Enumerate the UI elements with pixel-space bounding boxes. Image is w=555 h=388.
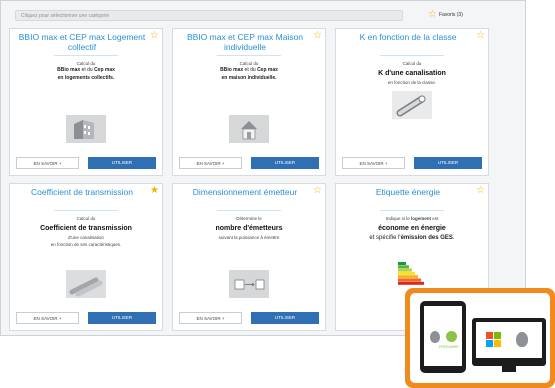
card-headline: économe en énergie <box>378 225 446 232</box>
apple-logo-icon <box>430 331 440 343</box>
card-description: Indique si le logement est économe en én… <box>342 214 482 242</box>
bold-term: Cep max <box>94 67 115 73</box>
use-button[interactable]: UTILISER <box>251 157 319 169</box>
title-divider <box>54 55 118 56</box>
favorite-star-outline-icon[interactable]: ☆ <box>476 31 485 41</box>
title-divider <box>217 55 281 56</box>
connector-text: et du <box>80 67 95 73</box>
card-subtext: suivant la puissance à émettre <box>218 235 280 240</box>
intro-text: Indique si le <box>385 216 411 221</box>
bold-term: émission des GES <box>400 235 453 241</box>
card-dimensionnement-emetteur: Dimensionnement émetteur ☆ Détermine le … <box>172 183 326 331</box>
bold-term: BBio max <box>220 67 244 73</box>
app-frame: Cliquez pour sélectionner une catégorie … <box>0 0 526 336</box>
learn-more-button[interactable]: EN SAVOIR + <box>342 157 405 169</box>
card-description: Détermine le nombre d'émetteurs suivant … <box>179 214 319 241</box>
card-title: Coefficient de transmission <box>31 187 133 197</box>
favorites-filter[interactable]: ☆ Favoris (3) <box>428 9 463 21</box>
category-select[interactable]: Cliquez pour sélectionner une catégorie <box>15 10 403 21</box>
monitor-icon <box>472 318 546 366</box>
card-subtext: d'une canalisation <box>68 235 104 240</box>
favorite-star-outline-icon[interactable]: ☆ <box>313 186 322 196</box>
line-text: . <box>452 235 455 241</box>
card-subtext-2: en fonction de ses caractéristiques. <box>50 242 122 247</box>
title-divider <box>217 210 281 211</box>
title-divider <box>54 210 118 211</box>
use-button[interactable]: UTILISER <box>88 157 156 169</box>
card-title: Etiquette énergie <box>375 187 441 197</box>
platform-badge-inner: FREEWARE <box>410 293 550 383</box>
card-main-line: BBio max et du Cep max <box>179 66 319 74</box>
card-description: Calcul du BBio max et du Cep max en mais… <box>179 59 319 82</box>
line-text: et spécifie l' <box>369 235 401 241</box>
card-intro: Calcul du <box>402 61 422 66</box>
house-icon <box>229 115 269 143</box>
bold-term: logement <box>411 216 432 221</box>
card-headline: nombre d'émetteurs <box>215 225 283 232</box>
card-intro: Détermine le <box>236 216 262 221</box>
card-main-line-2: en logements collectifs. <box>57 75 115 81</box>
radiator-icon <box>229 270 269 298</box>
card-coefficient-transmission: Coefficient de transmission ★ Calcul du … <box>9 183 163 331</box>
title-divider <box>380 55 444 56</box>
card-bbio-maison: BBIO max et CEP max Maison individuelle … <box>172 28 326 176</box>
intro-text: est <box>431 216 439 221</box>
learn-more-button[interactable]: EN SAVOIR + <box>16 157 79 169</box>
pipe-icon <box>392 91 432 119</box>
favorite-star-outline-icon[interactable]: ☆ <box>476 186 485 196</box>
card-title: Dimensionnement émetteur <box>192 187 298 197</box>
card-intro: Indique si le logement est <box>342 216 482 221</box>
monitor-stand <box>502 366 516 372</box>
card-headline: K d'une canalisation <box>378 70 446 77</box>
windows-logo-icon <box>486 332 502 348</box>
favorite-star-filled-icon[interactable]: ★ <box>150 186 159 196</box>
card-headline: Coefficient de transmission <box>40 225 132 232</box>
card-description: Calcul du BBio max et du Cep max en loge… <box>16 59 156 82</box>
card-main-line: et spécifie l'émission des GES. <box>342 234 482 242</box>
badge-caption: FREEWARE <box>439 345 459 349</box>
favorite-star-outline-icon[interactable]: ☆ <box>150 31 159 41</box>
card-bbio-collectif: BBIO max et CEP max Logement collectif ☆… <box>9 28 163 176</box>
card-main-line-2: en maison individuelle. <box>221 75 277 81</box>
favorite-star-outline-icon[interactable]: ☆ <box>313 31 322 41</box>
use-button[interactable]: UTILISER <box>414 157 482 169</box>
platform-badge: FREEWARE <box>405 288 555 388</box>
connector-text: et du <box>243 67 258 73</box>
bold-term: BBio max <box>57 67 81 73</box>
android-logo-icon <box>446 331 457 342</box>
use-button[interactable]: UTILISER <box>251 312 319 324</box>
energy-label-icon <box>398 262 426 286</box>
title-divider <box>380 210 444 211</box>
card-title: K en fonction de la classe <box>359 32 457 42</box>
card-description: Calcul du K d'une canalisation en foncti… <box>342 59 482 86</box>
learn-more-button[interactable]: EN SAVOIR + <box>179 312 242 324</box>
card-subtext: en fonction de la classe. <box>387 80 437 85</box>
card-title: BBIO max et CEP max Maison individuelle <box>186 32 304 52</box>
card-k-classe: K en fonction de la classe ☆ Calcul du K… <box>335 28 489 176</box>
card-main-line: BBio max et du Cep max <box>16 66 156 74</box>
pipes-icon <box>66 270 106 298</box>
card-intro: Calcul du <box>76 216 96 221</box>
learn-more-button[interactable]: EN SAVOIR + <box>179 157 242 169</box>
star-outline-icon: ☆ <box>428 9 437 20</box>
apple-logo-icon <box>516 332 528 347</box>
use-button[interactable]: UTILISER <box>88 312 156 324</box>
favorites-label: Favoris (3) <box>438 12 463 18</box>
card-title: BBIO max et CEP max Logement collectif <box>18 32 146 52</box>
learn-more-button[interactable]: EN SAVOIR + <box>16 312 79 324</box>
bold-term: Cep max <box>257 67 278 73</box>
tablet-icon: FREEWARE <box>420 301 466 373</box>
card-description: Calcul du Coefficient de transmission d'… <box>16 214 156 248</box>
apartment-building-icon <box>66 115 106 143</box>
